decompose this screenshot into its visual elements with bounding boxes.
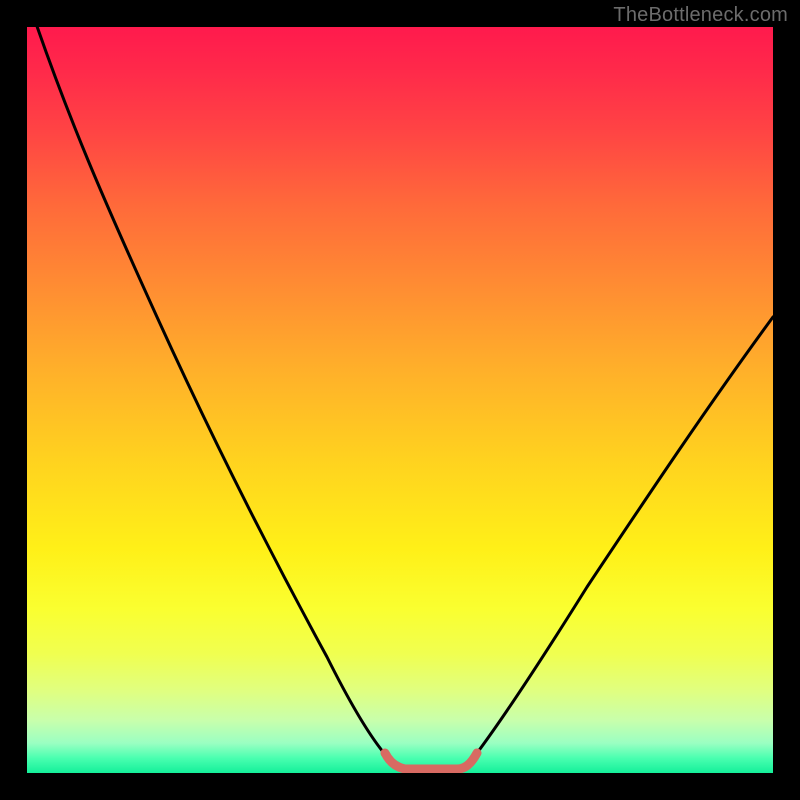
curve-path: [27, 27, 773, 770]
watermark-text: TheBottleneck.com: [613, 4, 788, 27]
highlight-segment: [385, 753, 477, 769]
plot-area: [27, 27, 773, 773]
bottleneck-curve: [27, 27, 773, 773]
chart-frame: TheBottleneck.com: [0, 0, 800, 800]
